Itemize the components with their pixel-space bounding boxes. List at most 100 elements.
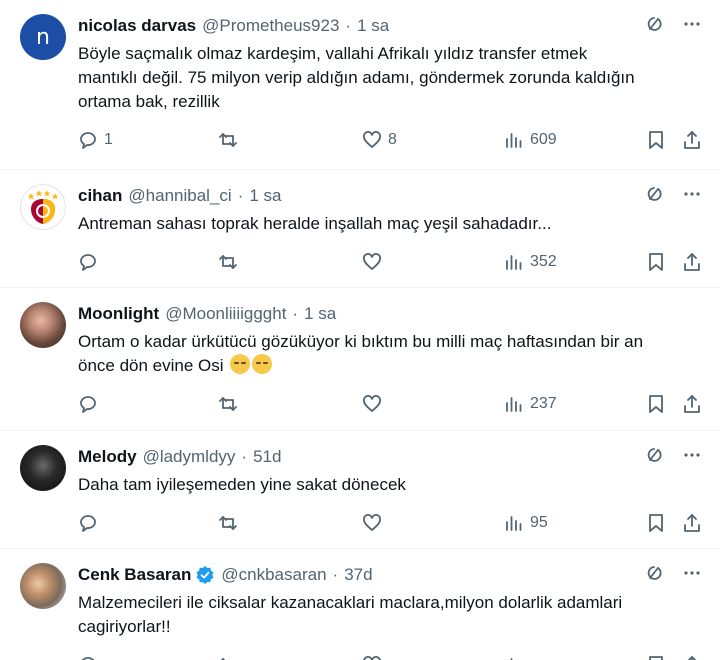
bookmark-icon	[649, 514, 663, 532]
share-icon	[684, 514, 700, 532]
user-handle[interactable]: @Prometheus923	[202, 16, 339, 36]
reply-icon	[81, 657, 95, 660]
tweet[interactable]: Cenk Basaran @cnkbasaran · 37d Malzemeci…	[0, 549, 720, 660]
avatar[interactable]: n	[20, 14, 66, 60]
more-icon[interactable]	[682, 563, 702, 588]
share-button[interactable]	[682, 130, 702, 150]
pensive-face-emoji-icon	[252, 354, 273, 374]
retweet-icon	[219, 255, 237, 269]
separator-dot: ·	[292, 304, 299, 323]
grok-icon[interactable]	[644, 184, 664, 209]
reply-icon	[80, 254, 96, 271]
reply-button[interactable]	[78, 252, 98, 272]
share-button[interactable]	[682, 513, 702, 533]
timestamp[interactable]: 51d	[253, 447, 281, 467]
reply-icon	[80, 515, 96, 532]
tweet-text-line: Malzemecileri ile ciksalar kazanacaklari…	[78, 593, 623, 612]
like-button[interactable]	[362, 252, 382, 272]
tweet-text-line: ortama bak, rezillik	[78, 92, 220, 111]
bookmark-icon	[649, 253, 663, 271]
retweet-button[interactable]	[218, 513, 238, 533]
tweet[interactable]: n nicolas darvas @Prometheus923 · 1 sa B…	[0, 0, 720, 170]
share-button[interactable]	[682, 252, 702, 272]
share-button[interactable]	[682, 655, 702, 660]
bookmark-button[interactable]	[646, 252, 666, 272]
user-handle[interactable]: @hannibal_ci	[128, 186, 231, 206]
avatar-letter: n	[36, 24, 50, 50]
views-button[interactable]: 609	[504, 130, 557, 150]
like-icon	[363, 253, 381, 270]
like-icon	[363, 514, 381, 531]
display-name[interactable]: cihan	[78, 186, 122, 206]
display-name[interactable]: Melody	[78, 447, 137, 467]
bookmark-button[interactable]	[646, 655, 666, 660]
bookmark-button[interactable]	[646, 394, 666, 414]
timestamp[interactable]: 37d	[344, 565, 372, 585]
reply-button[interactable]: 1	[78, 130, 113, 150]
retweet-icon	[219, 397, 237, 411]
tweet-text-line: Daha tam iyileşemeden yine sakat dönecek	[78, 475, 406, 494]
tweet[interactable]: cihan @hannibal_ci · 1 sa Antreman sahas…	[0, 170, 720, 288]
avatar[interactable]	[20, 563, 66, 609]
user-handle[interactable]: @Moonliiiiggght	[165, 304, 286, 324]
bookmark-icon	[649, 131, 663, 149]
like-count: 8	[388, 131, 397, 148]
tweet-text-line: Böyle saçmalık olmaz kardeşim, vallahi A…	[78, 44, 588, 63]
tweet-text: Daha tam iyileşemeden yine sakat dönecek	[78, 473, 704, 497]
display-name[interactable]: Cenk Basaran	[78, 565, 191, 585]
retweet-icon	[220, 658, 226, 660]
action-bar: 237	[78, 378, 704, 430]
tweet-header: Melody @ladymldyy · 51d	[78, 445, 704, 469]
grok-icon[interactable]	[644, 445, 664, 470]
display-name[interactable]: Moonlight	[78, 304, 159, 324]
share-icon	[684, 131, 700, 149]
retweet-button[interactable]	[218, 252, 238, 272]
grok-icon[interactable]	[644, 563, 664, 588]
timestamp[interactable]: 1 sa	[304, 304, 336, 324]
more-icon[interactable]	[682, 14, 702, 39]
tweet-header: cihan @hannibal_ci · 1 sa	[78, 184, 704, 208]
views-button[interactable]: 95	[504, 513, 548, 533]
retweet-button[interactable]	[218, 655, 238, 660]
timestamp[interactable]: 1 sa	[249, 186, 281, 206]
grok-icon[interactable]	[644, 14, 664, 39]
views-icon	[506, 397, 522, 412]
retweet-button[interactable]	[218, 130, 244, 150]
tweet[interactable]: Melody @ladymldyy · 51d Daha tam iyileşe…	[0, 431, 720, 549]
reply-button[interactable]	[78, 655, 98, 660]
bookmark-button[interactable]	[646, 513, 666, 533]
views-button[interactable]: 237	[504, 394, 557, 414]
avatar[interactable]	[20, 445, 66, 491]
like-button[interactable]	[362, 394, 382, 414]
retweet-icon	[219, 133, 237, 147]
share-icon	[684, 395, 700, 413]
like-button[interactable]	[362, 513, 382, 533]
like-button[interactable]	[362, 655, 382, 660]
bookmark-icon	[649, 656, 663, 660]
views-icon	[510, 658, 513, 660]
reply-button[interactable]	[78, 513, 98, 533]
tweet[interactable]: Moonlight @Moonliiiiggght · 1 sa Ortam o…	[0, 288, 720, 431]
like-icon	[363, 395, 381, 412]
user-handle[interactable]: @cnkbasaran	[221, 565, 326, 585]
bookmark-icon	[649, 395, 663, 413]
retweet-button[interactable]	[218, 394, 238, 414]
like-button[interactable]: 8	[362, 130, 397, 150]
avatar[interactable]	[20, 184, 66, 230]
more-icon[interactable]	[682, 184, 702, 209]
views-button[interactable]: 352	[504, 252, 557, 272]
avatar[interactable]	[20, 302, 66, 348]
views-button[interactable]	[504, 655, 524, 660]
tweet-text-line: önce dön evine Osi	[78, 354, 704, 378]
more-icon[interactable]	[682, 445, 702, 470]
share-button[interactable]	[682, 394, 702, 414]
reply-button[interactable]	[78, 394, 98, 414]
timestamp[interactable]: 1 sa	[357, 16, 389, 36]
bookmark-button[interactable]	[646, 130, 666, 150]
tweet-text-line: Antreman sahası toprak heralde inşallah …	[78, 214, 552, 233]
reply-feed: n nicolas darvas @Prometheus923 · 1 sa B…	[0, 0, 720, 660]
display-name[interactable]: nicolas darvas	[78, 16, 196, 36]
tweet-text: Böyle saçmalık olmaz kardeşim, vallahi A…	[78, 42, 704, 114]
tweet-text: Malzemecileri ile ciksalar kazanacaklari…	[78, 591, 704, 639]
user-handle[interactable]: @ladymldyy	[143, 447, 236, 467]
